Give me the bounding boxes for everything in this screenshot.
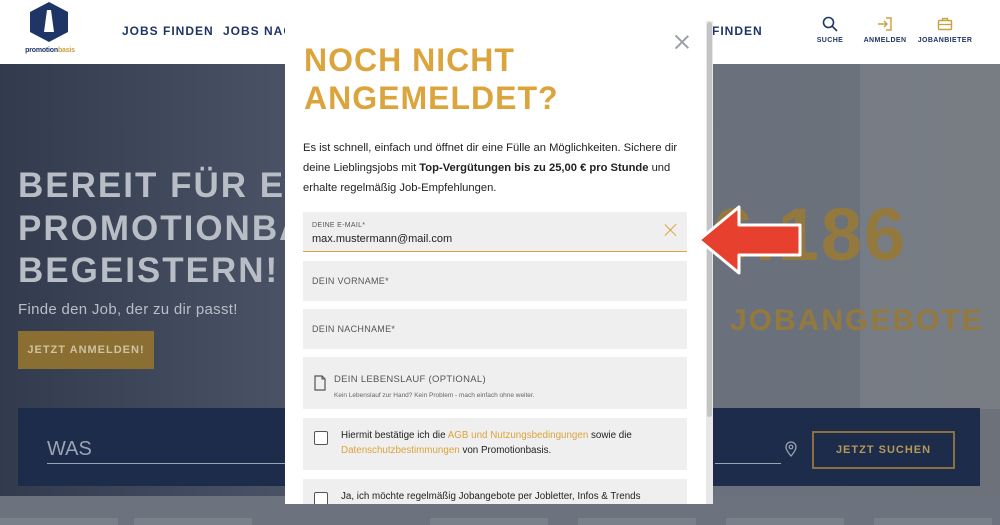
terms-checkbox[interactable]: [314, 431, 328, 445]
firstname-placeholder: DEIN VORNAME*: [312, 276, 389, 286]
login-label: ANMELDEN: [863, 37, 907, 44]
teaser-card[interactable]: [726, 518, 844, 525]
cv-upload-label: DEIN LEBENSLAUF (OPTIONAL): [334, 374, 486, 385]
login-icon: [878, 17, 892, 31]
lastname-field[interactable]: DEIN NACHNAME*: [303, 309, 687, 349]
employer-button[interactable]: JOBANBIETER: [915, 16, 975, 44]
privacy-link[interactable]: Datenschutzbestimmungen: [341, 445, 460, 456]
modal-title: NOCH NICHT ANGEMELDET?: [304, 42, 559, 117]
hero-title-line: BEREIT FÜR ETW: [18, 166, 298, 205]
search-submit-button[interactable]: JETZT SUCHEN: [812, 431, 955, 469]
teaser-card[interactable]: [578, 518, 696, 525]
clear-input-icon[interactable]: [665, 224, 677, 236]
newsletter-consent: Ja, ich möchte regelmäßig Jobangebote pe…: [303, 479, 687, 504]
close-icon[interactable]: [675, 35, 689, 49]
email-field-value[interactable]: max.mustermann@mail.com: [312, 233, 452, 245]
teaser-card[interactable]: [874, 518, 992, 525]
employer-label: JOBANBIETER: [917, 37, 973, 44]
location-input-underline[interactable]: [715, 463, 781, 464]
signup-modal: NOCH NICHT ANGEMELDET? Es ist schnell, e…: [285, 21, 713, 504]
firstname-field[interactable]: DEIN VORNAME*: [303, 261, 687, 301]
hero-subtitle: Finde den Job, der zu dir passt!: [18, 301, 238, 318]
hero-title-line: BEGEISTERN!: [18, 251, 280, 291]
cv-upload-hint: Kein Lebenslauf zur Hand? Kein Problem -…: [334, 392, 535, 399]
register-now-button[interactable]: JETZT ANMELDEN!: [18, 331, 154, 369]
newsletter-text: Ja, ich möchte regelmäßig Jobangebote pe…: [341, 491, 641, 502]
hero-title-line: PROMOTIONBAS: [18, 208, 298, 248]
cv-upload-field[interactable]: DEIN LEBENSLAUF (OPTIONAL) Kein Lebensla…: [303, 357, 687, 409]
document-icon: [314, 375, 326, 391]
nav-finden[interactable]: FINDEN: [712, 24, 763, 38]
terms-consent: Hiermit bestätige ich die AGB und Nutzun…: [303, 418, 687, 470]
what-search-input[interactable]: WAS: [47, 438, 92, 461]
hero-title: BEREIT FÜR ETW PROMOTIONBAS BEGEISTERN!: [18, 165, 298, 293]
teaser-card[interactable]: [430, 518, 548, 525]
search-button[interactable]: SUCHE: [800, 16, 860, 44]
newsletter-checkbox[interactable]: [314, 492, 328, 504]
input-underline: [47, 463, 287, 464]
modal-intro: Es ist schnell, einfach und öffnet dir e…: [303, 142, 678, 194]
email-field-label: DEINE E-MAIL*: [312, 222, 366, 229]
terms-text: Hiermit bestätige ich die AGB und Nutzun…: [341, 430, 632, 456]
location-pin-icon: [785, 441, 797, 457]
job-count-label: JOBANGEBOTE: [730, 304, 984, 337]
logo[interactable]: promotionbasis: [22, 2, 78, 60]
lastname-placeholder: DEIN NACHNAME*: [312, 324, 396, 334]
terms-link[interactable]: AGB und Nutzungsbedingungen: [448, 430, 589, 441]
email-field[interactable]: DEINE E-MAIL* max.mustermann@mail.com: [303, 212, 687, 252]
teaser-card[interactable]: [134, 518, 252, 525]
briefcase-icon: [937, 17, 953, 31]
search-icon: [822, 16, 838, 32]
nav-jobs-finden[interactable]: JOBS FINDEN: [122, 24, 214, 38]
login-button[interactable]: ANMELDEN: [855, 16, 915, 44]
search-label: SUCHE: [816, 37, 844, 44]
teaser-card[interactable]: [0, 518, 118, 525]
red-arrow-icon: [697, 205, 802, 275]
logo-wordmark: promotionbasis: [25, 47, 75, 54]
